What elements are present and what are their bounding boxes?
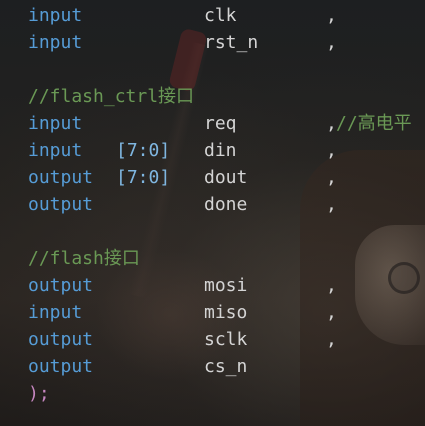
inline-comment: //高电平 (336, 113, 412, 134)
port-comma: , (326, 329, 337, 350)
code-line[interactable]: output cs_n (0, 353, 425, 380)
port-comma: , (326, 194, 337, 215)
code-editor[interactable]: input clk , input rst_n , //flash_ctrl接口… (0, 0, 425, 426)
code-line[interactable]: input rst_n , (0, 29, 425, 56)
port-name: cs_n (204, 356, 248, 377)
code-line[interactable]: input miso , (0, 299, 425, 326)
code-line[interactable]: output [7:0] dout , (0, 164, 425, 191)
port-name: dout (204, 167, 248, 188)
port-name: sclk (204, 329, 248, 350)
port-comma: , (326, 140, 337, 161)
port-direction: output (28, 275, 94, 296)
port-name: done (204, 194, 248, 215)
port-direction: output (28, 356, 94, 377)
port-name: miso (204, 302, 248, 323)
port-name: din (204, 140, 237, 161)
port-direction: input (28, 32, 83, 53)
code-line[interactable]: input [7:0] din , (0, 137, 425, 164)
code-line[interactable]: //flash接口 (0, 245, 425, 272)
port-direction: output (28, 167, 94, 188)
port-direction: input (28, 5, 83, 26)
code-line-blank[interactable] (0, 56, 425, 83)
code-line[interactable]: input req , //高电平 (0, 110, 425, 137)
port-direction: input (28, 302, 83, 323)
port-name: req (204, 113, 237, 134)
code-line[interactable]: //flash_ctrl接口 (0, 83, 425, 110)
port-comma: , (326, 32, 337, 53)
port-direction: output (28, 329, 94, 350)
port-comma: , (326, 302, 337, 323)
port-direction: input (28, 140, 83, 161)
code-area[interactable]: input clk , input rst_n , //flash_ctrl接口… (0, 0, 425, 407)
section-comment: //flash接口 (28, 248, 140, 269)
port-name: rst_n (204, 32, 259, 53)
closing-paren: ); (28, 383, 50, 404)
port-comma: , (326, 167, 337, 188)
port-name: mosi (204, 275, 248, 296)
code-line[interactable]: input clk , (0, 2, 425, 29)
port-width: [7:0] (116, 140, 171, 161)
code-line[interactable]: output sclk , (0, 326, 425, 353)
port-comma: , (326, 5, 337, 26)
port-direction: output (28, 194, 94, 215)
port-name: clk (204, 5, 237, 26)
code-line[interactable]: ); (0, 380, 425, 407)
code-line-blank[interactable] (0, 218, 425, 245)
port-direction: input (28, 113, 83, 134)
section-comment: //flash_ctrl接口 (28, 86, 195, 107)
port-comma: , (326, 275, 337, 296)
port-width: [7:0] (116, 167, 171, 188)
code-line[interactable]: output done , (0, 191, 425, 218)
code-line[interactable]: output mosi , (0, 272, 425, 299)
